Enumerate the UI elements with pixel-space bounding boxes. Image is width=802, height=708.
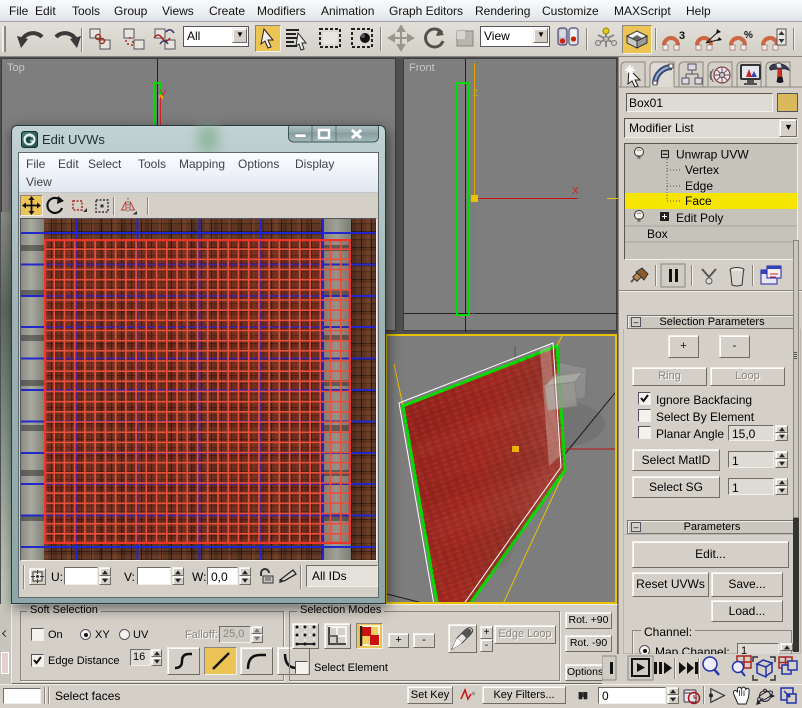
- svg-text:Box: Box: [647, 227, 668, 241]
- svg-text:Face: Face: [685, 194, 712, 208]
- svg-text:Unwrap UVW: Unwrap UVW: [676, 148, 749, 162]
- svg-text:Edit Poly: Edit Poly: [676, 211, 723, 225]
- svg-text:Vertex: Vertex: [685, 163, 719, 177]
- svg-text:3: 3: [679, 30, 685, 42]
- svg-text:⊟: ⊟: [660, 147, 670, 161]
- svg-text:Edge: Edge: [685, 179, 713, 193]
- svg-text:▮▮: ▮▮: [578, 690, 588, 700]
- svg-text:%: %: [744, 30, 753, 41]
